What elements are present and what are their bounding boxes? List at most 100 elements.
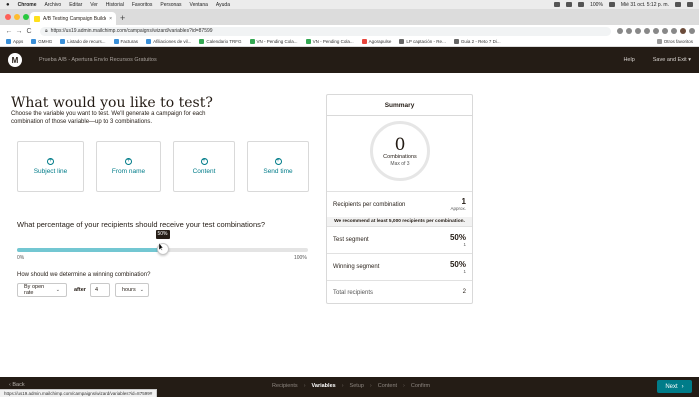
battery-icon[interactable]: [608, 2, 615, 7]
summary-row-label: Total recipients: [333, 289, 374, 296]
menu-favoritos[interactable]: Favoritos: [132, 2, 153, 8]
bookmark-item[interactable]: Facturas: [113, 39, 139, 44]
next-button[interactable]: Next ›: [657, 380, 692, 393]
bookmark-icon: [113, 39, 119, 44]
extension-icon[interactable]: [662, 28, 668, 34]
summary-row-winning-segment: Winning segment 50% 1: [327, 253, 472, 280]
step-recipients[interactable]: Recipients: [272, 383, 298, 389]
apps-grid-icon: [6, 39, 11, 44]
bookmark-label: Agorapulse: [368, 39, 392, 44]
bookmark-icon: [453, 39, 459, 44]
extension-icon[interactable]: [626, 28, 632, 34]
lock-icon: 🔒︎: [45, 28, 48, 34]
bluetooth-icon[interactable]: [566, 2, 573, 7]
new-tab-button[interactable]: +: [120, 13, 125, 23]
summary-row-label: Recipients per combination: [333, 201, 406, 208]
bookmark-icon: [305, 39, 311, 44]
chevron-right-icon: ›: [681, 383, 684, 390]
bookmark-item[interactable]: Guia 2 - Reto 7 Di...: [453, 39, 501, 44]
extension-icon[interactable]: [671, 28, 677, 34]
duration-unit-select[interactable]: hours ⌄: [115, 283, 149, 297]
apple-icon[interactable]: ●: [6, 2, 10, 8]
percentage-question: What percentage of your recipients shoul…: [17, 220, 266, 229]
search-icon[interactable]: [675, 2, 681, 7]
step-content[interactable]: Content: [378, 383, 397, 389]
bookmark-label: VN - Pending Cola...: [256, 39, 298, 44]
battery-percentage[interactable]: 100%: [590, 2, 603, 8]
next-label: Next: [665, 383, 678, 390]
bookmark-item[interactable]: Afiliaciones de vil...: [146, 39, 191, 44]
recommendation-note: We recommend at least 5,000 recipients p…: [327, 217, 472, 226]
tab-close-icon[interactable]: ×: [109, 16, 112, 22]
extension-icon[interactable]: [653, 28, 659, 34]
bookmark-other-folder[interactable]: Otros favoritos: [656, 39, 693, 44]
forward-arrow-icon[interactable]: →: [14, 28, 24, 35]
maximize-window-icon[interactable]: [23, 14, 29, 20]
back-link[interactable]: ‹ Back: [9, 382, 25, 388]
wifi-icon[interactable]: [554, 2, 561, 7]
back-arrow-icon[interactable]: ←: [4, 28, 14, 35]
address-url[interactable]: https://us19.admin.mailchimp.com/campaig…: [51, 28, 213, 34]
list-icon[interactable]: [687, 2, 693, 7]
menu-ayuda[interactable]: Ayuda: [216, 2, 230, 8]
winner-question: How should we determine a winning combin…: [17, 272, 151, 278]
volume-icon[interactable]: [578, 2, 585, 7]
bookmark-item[interactable]: Agorapulse: [361, 39, 392, 44]
campaign-title: Prueba A/B - Apertura Envío Recursos Gra…: [39, 57, 157, 63]
step-confirm[interactable]: Confirm: [411, 383, 430, 389]
star-icon[interactable]: [617, 28, 623, 34]
menu-editar[interactable]: Editar: [69, 2, 82, 8]
bookmark-item[interactable]: GMHG: [31, 39, 52, 44]
variable-card-content[interactable]: + Content: [173, 141, 235, 192]
summary-row-test-segment: Test segment 50% 1: [327, 226, 472, 253]
select-value: hours: [122, 287, 136, 293]
bookmark-apps[interactable]: Apps: [6, 39, 23, 44]
step-setup[interactable]: Setup: [350, 383, 364, 389]
app-header: M Prueba A/B - Apertura Envío Recursos G…: [0, 47, 699, 73]
page-title: What would you like to test?: [11, 95, 213, 111]
more-menu-icon[interactable]: [689, 28, 695, 34]
header-actions: Help Save and Exit ▾: [623, 57, 691, 63]
step-variables[interactable]: Variables: [312, 383, 336, 389]
address-bar[interactable]: 🔒︎ https://us19.admin.mailchimp.com/camp…: [40, 26, 611, 36]
minimize-window-icon[interactable]: [14, 14, 20, 20]
combinations-label: Combinations: [383, 153, 417, 160]
profile-avatar[interactable]: [680, 28, 686, 34]
save-and-exit-button[interactable]: Save and Exit ▾: [653, 57, 691, 63]
reload-icon[interactable]: C: [24, 28, 34, 35]
menu-ventana[interactable]: Ventana: [190, 2, 208, 8]
bookmarks-bar: Apps GMHG Listado de recurs... Facturas …: [0, 37, 699, 47]
menu-archivo[interactable]: Archivo: [45, 2, 62, 8]
duration-input[interactable]: 4: [90, 283, 110, 297]
add-circle-icon: +: [47, 158, 54, 165]
menu-app-name[interactable]: Chrome: [18, 2, 37, 8]
bookmark-item[interactable]: VN - Pending Cola...: [305, 39, 354, 44]
menu-personas[interactable]: Personas: [160, 2, 181, 8]
close-window-icon[interactable]: [5, 14, 11, 20]
variable-card-subject-line[interactable]: + Subject line: [17, 141, 84, 192]
mailchimp-favicon-icon: [34, 15, 40, 22]
mailchimp-logo-icon[interactable]: M: [8, 53, 22, 67]
menu-historial[interactable]: Historial: [106, 2, 124, 8]
bookmark-item[interactable]: LP captación - Re...: [399, 39, 446, 44]
winning-metric-select[interactable]: By open rate ⌄: [17, 283, 67, 297]
browser-tab-active[interactable]: A/B Testing Campaign Builder | ×: [30, 12, 116, 25]
system-clock[interactable]: Mié 31 oct. 5:12 p. m.: [621, 2, 669, 8]
help-link[interactable]: Help: [623, 57, 634, 63]
extension-icon[interactable]: [644, 28, 650, 34]
extension-icon[interactable]: [635, 28, 641, 34]
bookmark-label: Facturas: [120, 39, 139, 44]
bookmark-item[interactable]: Calendario TRFG: [199, 39, 242, 44]
bookmark-item[interactable]: VN - Pending Cola...: [249, 39, 298, 44]
variable-card-from-name[interactable]: + From name: [96, 141, 161, 192]
bookmark-icon: [361, 39, 367, 44]
status-area: 100% Mié 31 oct. 5:12 p. m.: [554, 2, 693, 8]
menu-ver[interactable]: Ver: [90, 2, 98, 8]
summary-value: 1: [461, 197, 466, 206]
combinations-max: Max of 3: [390, 160, 410, 167]
wizard-steps: Recipients › Variables › Setup › Content…: [272, 383, 430, 389]
summary-subvalue: 1: [463, 268, 466, 274]
variable-card-send-time[interactable]: + Send time: [247, 141, 309, 192]
summary-row-label: Test segment: [333, 237, 369, 243]
bookmark-item[interactable]: Listado de recurs...: [60, 39, 106, 44]
